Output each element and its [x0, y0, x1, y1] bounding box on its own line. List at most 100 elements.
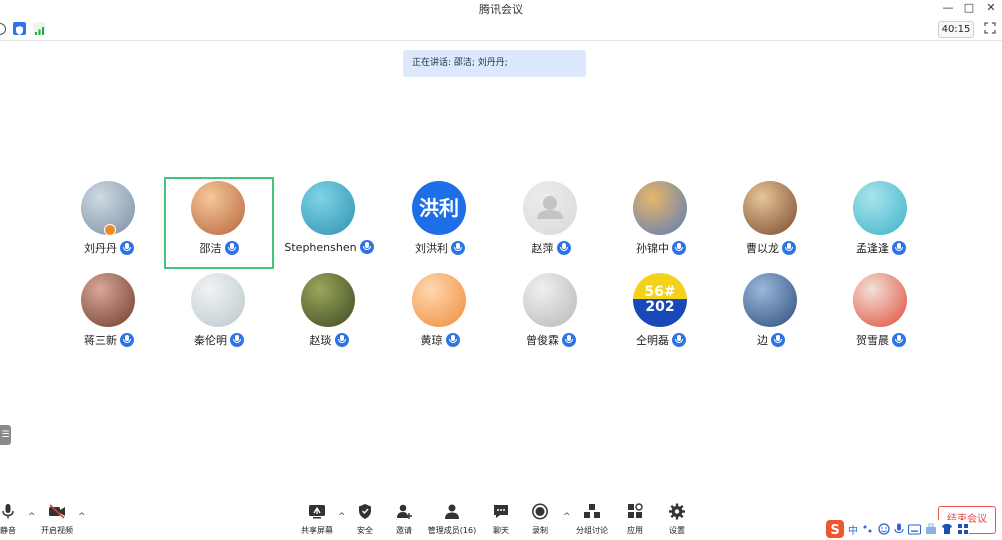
side-panel-toggle[interactable]: ☰ [0, 425, 11, 445]
participant-tile[interactable]: 孙锦中 [606, 177, 716, 269]
avatar-text: 56# 202 [644, 284, 676, 315]
participant-name: 蒋三新 [84, 334, 117, 347]
settings-button[interactable]: 设置 [664, 503, 690, 537]
avatar [301, 273, 355, 327]
participant-name-row: 赵琰 [274, 332, 384, 348]
invite-button[interactable]: 邀请 [391, 503, 417, 537]
participant-name-row: 边 [716, 332, 826, 348]
participant-tile[interactable]: 曹以龙 [716, 177, 826, 269]
security-label: 安全 [357, 526, 373, 535]
shield-icon [356, 503, 374, 520]
participant-name-row: 仝明磊 [606, 332, 716, 348]
participant-name: 邵洁 [199, 242, 222, 255]
participant-tile[interactable]: 赵萍 [496, 177, 606, 269]
participant-name: 秦伦明 [194, 334, 227, 347]
chat-label: 聊天 [493, 526, 509, 535]
apps-button[interactable]: 应用 [622, 503, 648, 537]
participant-name: 赵萍 [531, 242, 554, 255]
video-options-caret[interactable]: ^ [78, 512, 86, 522]
share-label: 共享屏幕 [301, 526, 333, 535]
participant-tile[interactable]: 边 [716, 269, 826, 361]
microphone-icon [771, 333, 785, 347]
participant-tile[interactable]: 孟逢逢 [826, 177, 936, 269]
settings-label: 设置 [669, 526, 685, 535]
security-button[interactable]: 安全 [352, 503, 378, 537]
participant-name-row: 刘洪利 [385, 240, 495, 256]
minimize-button[interactable]: — [937, 0, 959, 16]
keyboard-icon[interactable] [908, 523, 921, 535]
participant-tile[interactable]: 56# 202 仝明磊 [606, 269, 716, 361]
avatar [523, 273, 577, 327]
share-options-caret[interactable]: ^ [338, 512, 346, 522]
participant-tile[interactable]: 邵洁 [164, 177, 274, 269]
mute-button[interactable]: 静音 [0, 503, 20, 537]
chat-button[interactable]: 聊天 [488, 503, 514, 537]
participant-name-row: Stephenshen [274, 240, 384, 254]
host-badge-icon [104, 224, 116, 236]
participant-name-row: 贺雪晨 [826, 332, 936, 348]
avatar [523, 181, 577, 235]
info-icon[interactable] [0, 23, 6, 35]
apps-label: 应用 [627, 526, 643, 535]
members-label: 管理成员(16) [427, 526, 477, 535]
microphone-icon [556, 241, 571, 255]
participant-name: 刘洪利 [415, 242, 448, 255]
grid-menu-icon[interactable] [957, 523, 969, 535]
restore-button[interactable]: □ [958, 0, 980, 16]
ime-language[interactable]: 中 [848, 522, 858, 537]
participant-tile[interactable]: 黄琼 [385, 269, 495, 361]
participant-tile[interactable]: Stephenshen [274, 177, 384, 269]
audio-options-caret[interactable]: ^ [28, 512, 36, 522]
skin-icon[interactable] [941, 523, 953, 535]
shield-icon[interactable] [13, 22, 26, 35]
avatar [191, 273, 245, 327]
meeting-info-bar: 40:15 [0, 18, 1002, 41]
microphone-icon [0, 503, 17, 520]
close-button[interactable]: ✕ [980, 0, 1002, 16]
breakout-button[interactable]: 分组讨论 [574, 503, 610, 537]
microphone-icon [359, 240, 374, 254]
participant-name: 边 [757, 334, 768, 347]
voice-input-icon[interactable] [894, 523, 904, 535]
avatar [301, 181, 355, 235]
participant-tile[interactable]: 蒋三新 [54, 269, 164, 361]
participant-tile[interactable]: 贺雪晨 [826, 269, 936, 361]
title-bar: 腾讯会议 — □ ✕ [0, 0, 1002, 18]
punctuation-icon[interactable] [862, 523, 874, 535]
participant-tile[interactable]: 洪利 刘洪利 [385, 177, 495, 269]
microphone-icon [445, 333, 460, 347]
record-label: 录制 [532, 526, 548, 535]
microphone-icon [562, 333, 576, 347]
mute-label: 静音 [0, 526, 16, 535]
microphone-icon [782, 241, 796, 255]
avatar [743, 181, 797, 235]
participant-tile[interactable]: 赵琰 [274, 269, 384, 361]
share-screen-button[interactable]: 共享屏幕 [297, 503, 337, 537]
participant-tile[interactable]: 曾俊霖 [496, 269, 606, 361]
video-label: 开启视频 [41, 526, 73, 535]
participant-tile[interactable]: 刘丹丹 [54, 177, 164, 269]
participant-tile[interactable]: 秦伦明 [164, 269, 274, 361]
fullscreen-icon[interactable] [984, 22, 996, 34]
window-title: 腾讯会议 [479, 3, 523, 16]
participant-name-row: 邵洁 [166, 240, 272, 256]
manage-members-button[interactable]: 管理成员(16) [426, 503, 478, 537]
avatar: 56# 202 [633, 273, 687, 327]
record-options-caret[interactable]: ^ [563, 512, 571, 522]
participant-name-row: 刘丹丹 [54, 240, 164, 256]
members-icon [443, 503, 461, 520]
speaking-indicator: 正在讲话: 邵洁; 刘丹丹; [403, 50, 586, 77]
avatar [191, 181, 245, 235]
signal-icon[interactable] [33, 22, 46, 35]
participant-name-row: 赵萍 [496, 240, 606, 256]
start-video-button[interactable]: 开启视频 [38, 503, 76, 537]
sogou-logo-icon[interactable]: S [826, 520, 844, 538]
emoji-icon[interactable] [878, 523, 890, 535]
toolbox-icon[interactable] [925, 523, 937, 535]
invite-icon [395, 503, 413, 520]
record-button[interactable]: 录制 [527, 503, 553, 537]
participant-name-row: 蒋三新 [54, 332, 164, 348]
microphone-icon [672, 333, 686, 347]
participant-name-row: 曾俊霖 [496, 332, 606, 348]
svg-text:S: S [830, 523, 839, 538]
